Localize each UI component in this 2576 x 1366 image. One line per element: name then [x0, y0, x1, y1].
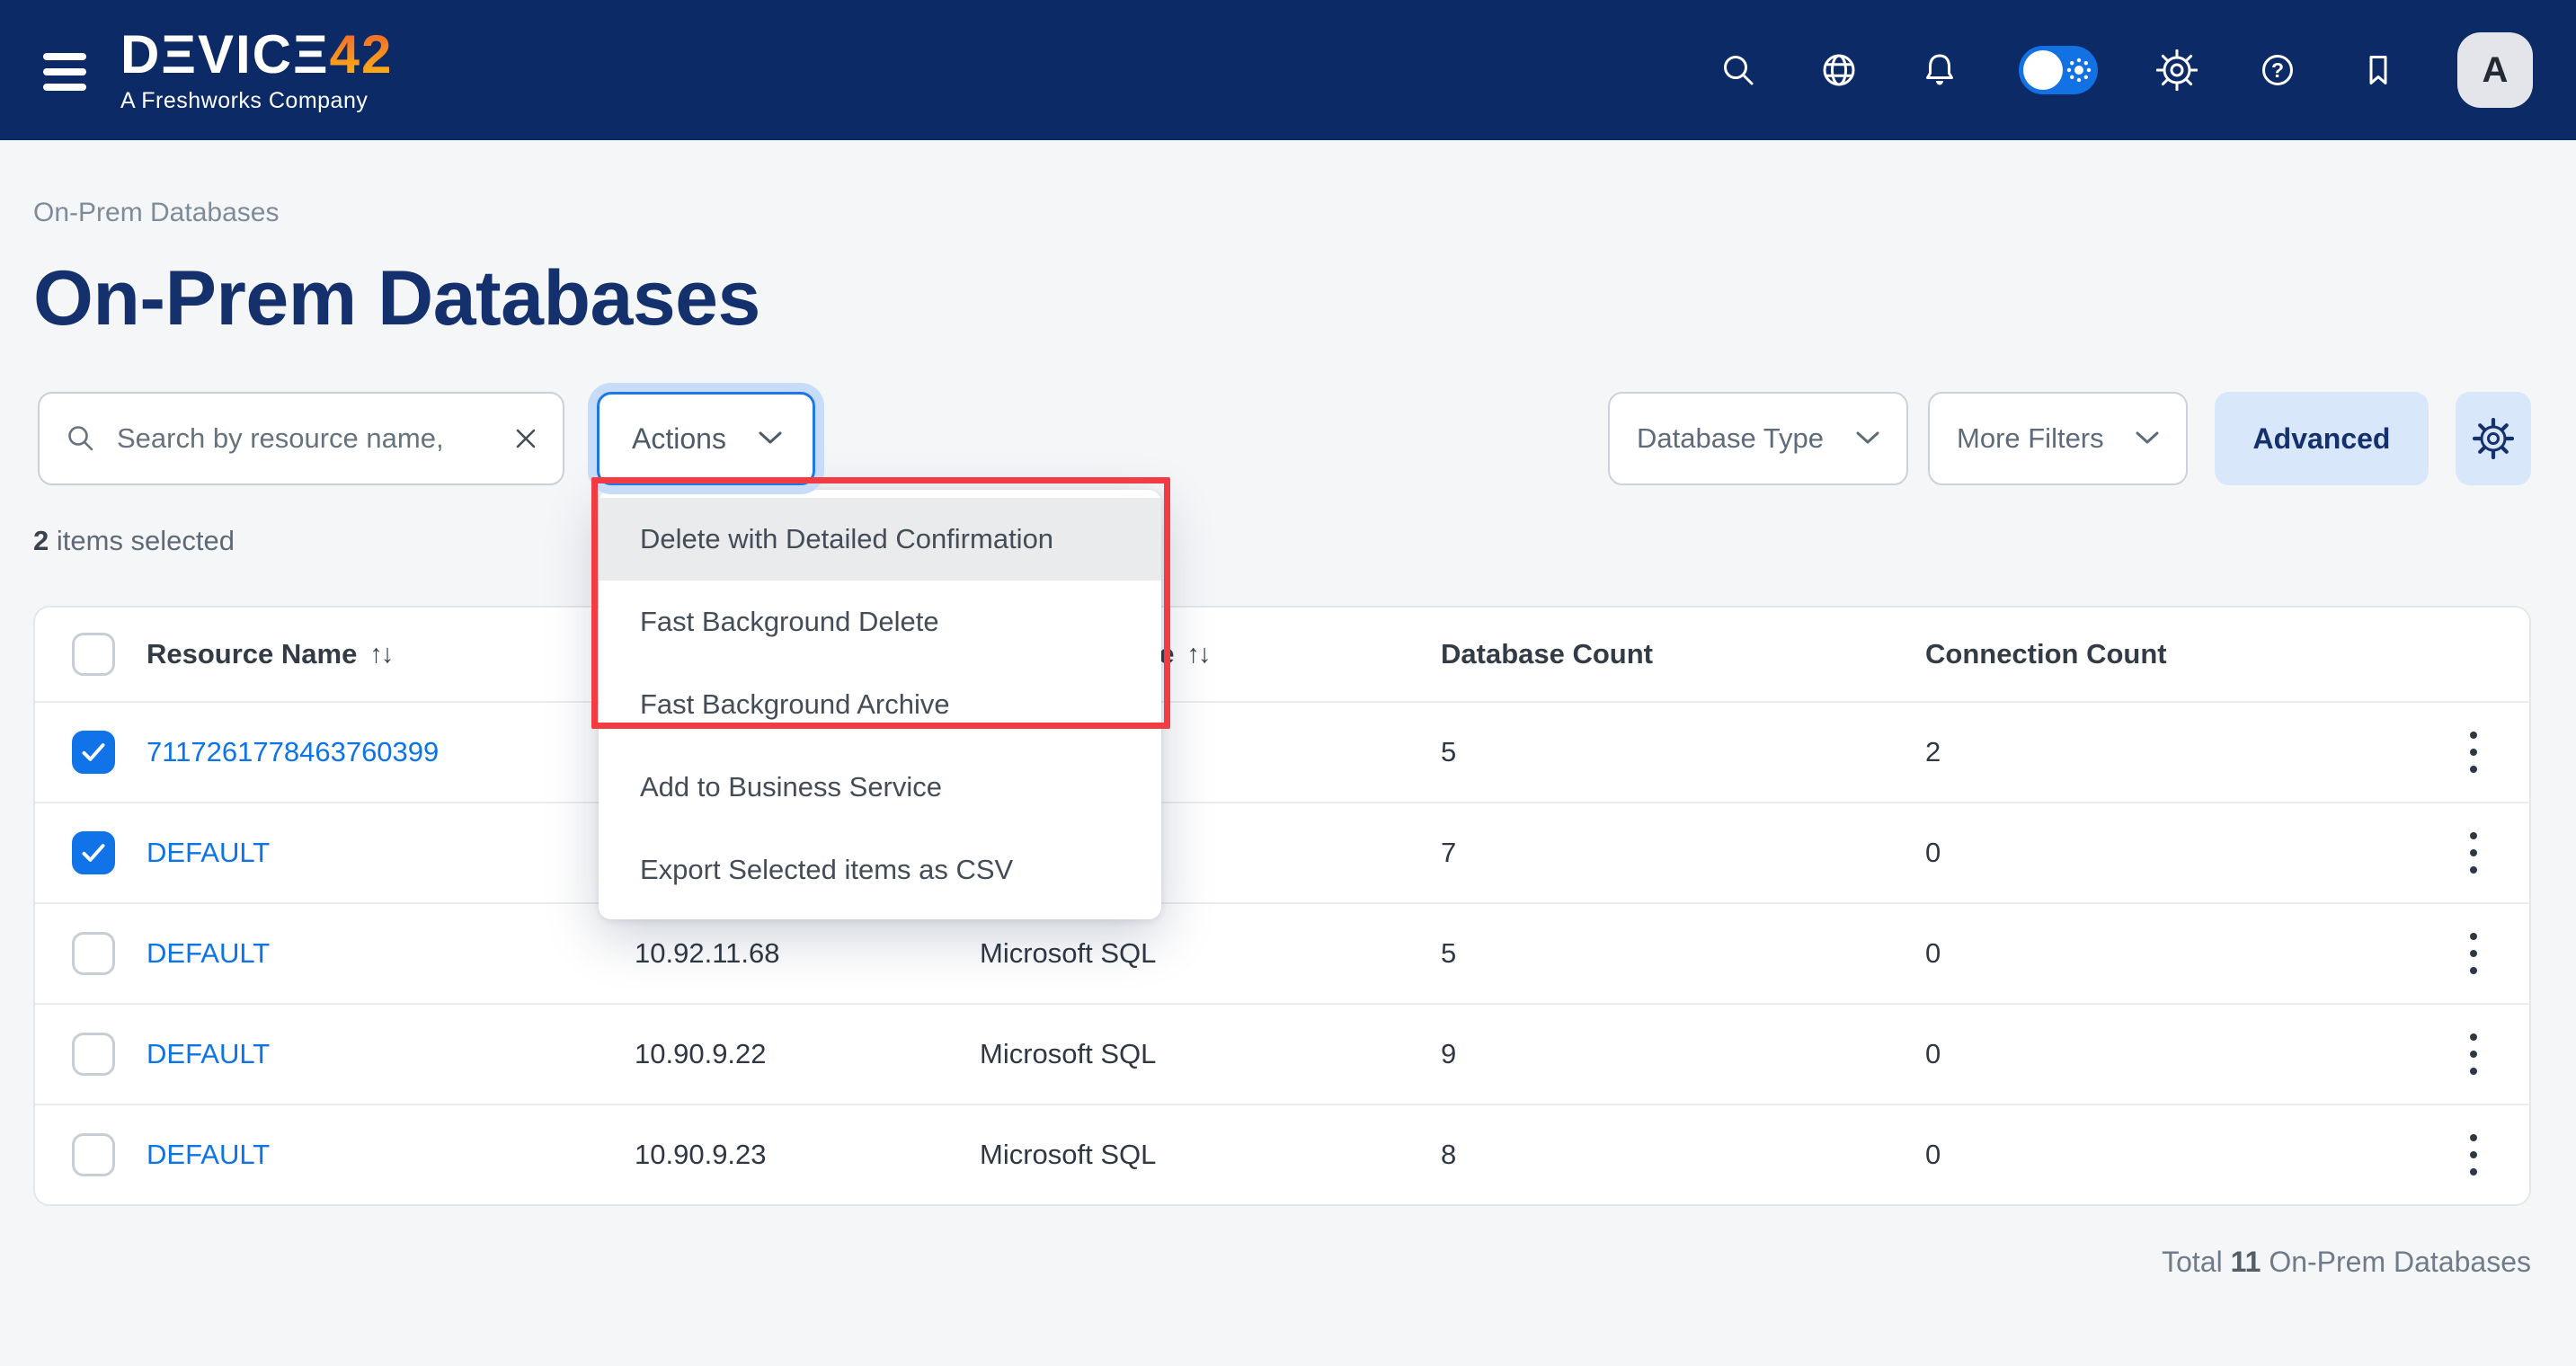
connection-count-cell: 0 — [1925, 1139, 2417, 1171]
toolbar: Actions Database Type More Filters Advan… — [33, 392, 2531, 485]
table-row: DEFAULT 10.90.9.22 Microsoft SQL 9 0 — [35, 1003, 2529, 1104]
chevron-down-icon — [1856, 431, 1879, 446]
filter-controls: Database Type More Filters Advanced — [1608, 392, 2531, 485]
search-box[interactable] — [38, 392, 564, 485]
table-row: DEFAULT 10.90.9.23 Microsoft SQL 8 0 — [35, 1104, 2529, 1204]
help-icon[interactable]: ? — [2256, 49, 2299, 92]
row-checkbox[interactable] — [72, 831, 115, 874]
more-filters-label: More Filters — [1957, 422, 2104, 455]
navbar-actions: ? A — [1717, 32, 2533, 108]
type-cell: Microsoft SQL — [980, 1139, 1441, 1171]
database-type-label: Database Type — [1637, 422, 1824, 455]
column-header-resource-name[interactable]: Resource Name ↑↓ — [147, 638, 635, 670]
table-row: DEFAULT 10.92.11.68 Microsoft SQL 5 0 — [35, 902, 2529, 1003]
row-kebab-menu[interactable] — [2461, 823, 2486, 883]
row-checkbox[interactable] — [72, 1033, 115, 1076]
clear-search-icon[interactable] — [512, 425, 539, 452]
logo-42: 42 — [330, 24, 394, 84]
table-settings-gear-button[interactable] — [2456, 392, 2531, 485]
database-count-cell: 5 — [1441, 937, 1925, 970]
device42-logo: DΞVICΞ42 A Freshworks Company — [120, 28, 393, 112]
row-checkbox[interactable] — [72, 932, 115, 975]
chevron-down-icon — [2136, 431, 2159, 446]
connection-count-cell: 2 — [1925, 736, 2417, 768]
search-input[interactable] — [117, 422, 512, 455]
ip-cell: 10.90.9.23 — [635, 1139, 980, 1171]
actions-dropdown-menu: Delete with Detailed Confirmation Fast B… — [599, 490, 1161, 919]
notifications-bell-icon[interactable] — [1918, 49, 1961, 92]
avatar-initial: A — [2483, 50, 2509, 91]
user-avatar[interactable]: A — [2457, 32, 2533, 108]
menu-item-delete-with-detailed-confirmation[interactable]: Delete with Detailed Confirmation — [599, 498, 1161, 581]
column-header-database-count: Database Count — [1441, 638, 1925, 670]
table-total-summary: Total 11 On-Prem Databases — [33, 1246, 2531, 1279]
database-count-cell: 8 — [1441, 1139, 1925, 1171]
row-kebab-menu[interactable] — [2461, 723, 2486, 782]
resource-name-link[interactable]: 7117261778463760399 — [147, 736, 439, 767]
actions-dropdown-button[interactable]: Actions — [597, 392, 815, 485]
database-count-cell: 5 — [1441, 736, 1925, 768]
menu-item-fast-background-archive[interactable]: Fast Background Archive — [599, 663, 1161, 746]
svg-text:?: ? — [2271, 58, 2284, 82]
logo-wordmark: DΞVICΞ42 — [120, 28, 393, 82]
selected-label: items selected — [57, 525, 235, 556]
database-count-cell: 7 — [1441, 837, 1925, 869]
total-count: 11 — [2231, 1246, 2261, 1278]
database-count-cell: 9 — [1441, 1038, 1925, 1070]
logo-tagline: A Freshworks Company — [120, 90, 393, 112]
resource-name-link[interactable]: DEFAULT — [147, 1038, 270, 1069]
table-row: DEFAULT 7 0 — [35, 802, 2529, 902]
menu-item-fast-background-delete[interactable]: Fast Background Delete — [599, 581, 1161, 663]
sun-icon — [2065, 57, 2092, 84]
row-checkbox[interactable] — [72, 1133, 115, 1176]
connection-count-cell: 0 — [1925, 1038, 2417, 1070]
main-content: On-Prem Databases On-Prem Databases Acti… — [0, 198, 2576, 1279]
row-kebab-menu[interactable] — [2461, 1125, 2486, 1184]
menu-item-export-selected-items-as-csv[interactable]: Export Selected items as CSV — [599, 829, 1161, 911]
menu-item-add-to-business-service[interactable]: Add to Business Service — [599, 746, 1161, 829]
column-header-connection-count: Connection Count — [1925, 638, 2417, 670]
type-cell: Microsoft SQL — [980, 937, 1441, 970]
ip-cell: 10.90.9.22 — [635, 1038, 980, 1070]
selected-count: 2 — [33, 525, 49, 556]
connection-count-cell: 0 — [1925, 937, 2417, 970]
database-type-filter[interactable]: Database Type — [1608, 392, 1908, 485]
sort-icon[interactable]: ↑↓ — [369, 640, 392, 670]
advanced-button[interactable]: Advanced — [2215, 392, 2429, 485]
settings-gear-icon[interactable] — [2155, 49, 2198, 92]
databases-table: Resource Name ↑↓ Database Type ↑↓ Databa… — [33, 606, 2531, 1206]
row-checkbox[interactable] — [72, 731, 115, 774]
more-filters-dropdown[interactable]: More Filters — [1928, 392, 2188, 485]
toggle-knob-icon — [2023, 50, 2063, 90]
sort-icon[interactable]: ↑↓ — [1187, 640, 1210, 670]
on-prem-databases-page: { "colors": { "navbar_bg": "#0C2A66", "a… — [0, 0, 2576, 1366]
search-input-icon — [65, 422, 97, 455]
connection-count-cell: 0 — [1925, 837, 2417, 869]
table-header-row: Resource Name ↑↓ Database Type ↑↓ Databa… — [35, 608, 2529, 701]
theme-toggle[interactable] — [2019, 46, 2098, 94]
chevron-down-icon — [759, 431, 782, 446]
table-row: 7117261778463760399 5 2 — [35, 701, 2529, 802]
row-kebab-menu[interactable] — [2461, 1024, 2486, 1084]
globe-icon[interactable] — [1817, 49, 1861, 92]
type-cell: Microsoft SQL — [980, 1038, 1441, 1070]
breadcrumb[interactable]: On-Prem Databases — [33, 198, 279, 228]
selection-status: 2 items selected — [33, 525, 2531, 557]
resource-name-link[interactable]: DEFAULT — [147, 937, 270, 969]
resource-name-link[interactable]: DEFAULT — [147, 1139, 270, 1170]
search-icon[interactable] — [1717, 49, 1760, 92]
select-all-checkbox[interactable] — [72, 633, 115, 676]
check-icon — [75, 731, 112, 774]
top-navbar: DΞVICΞ42 A Freshworks Company — [0, 0, 2576, 140]
actions-button-label: Actions — [632, 422, 726, 456]
check-icon — [75, 831, 112, 874]
page-title: On-Prem Databases — [33, 255, 2531, 342]
ip-cell: 10.92.11.68 — [635, 937, 980, 970]
bookmark-icon[interactable] — [2357, 49, 2400, 92]
hamburger-menu-icon[interactable] — [43, 53, 86, 91]
resource-name-link[interactable]: DEFAULT — [147, 837, 270, 868]
row-kebab-menu[interactable] — [2461, 924, 2486, 983]
gear-icon — [2473, 418, 2514, 459]
